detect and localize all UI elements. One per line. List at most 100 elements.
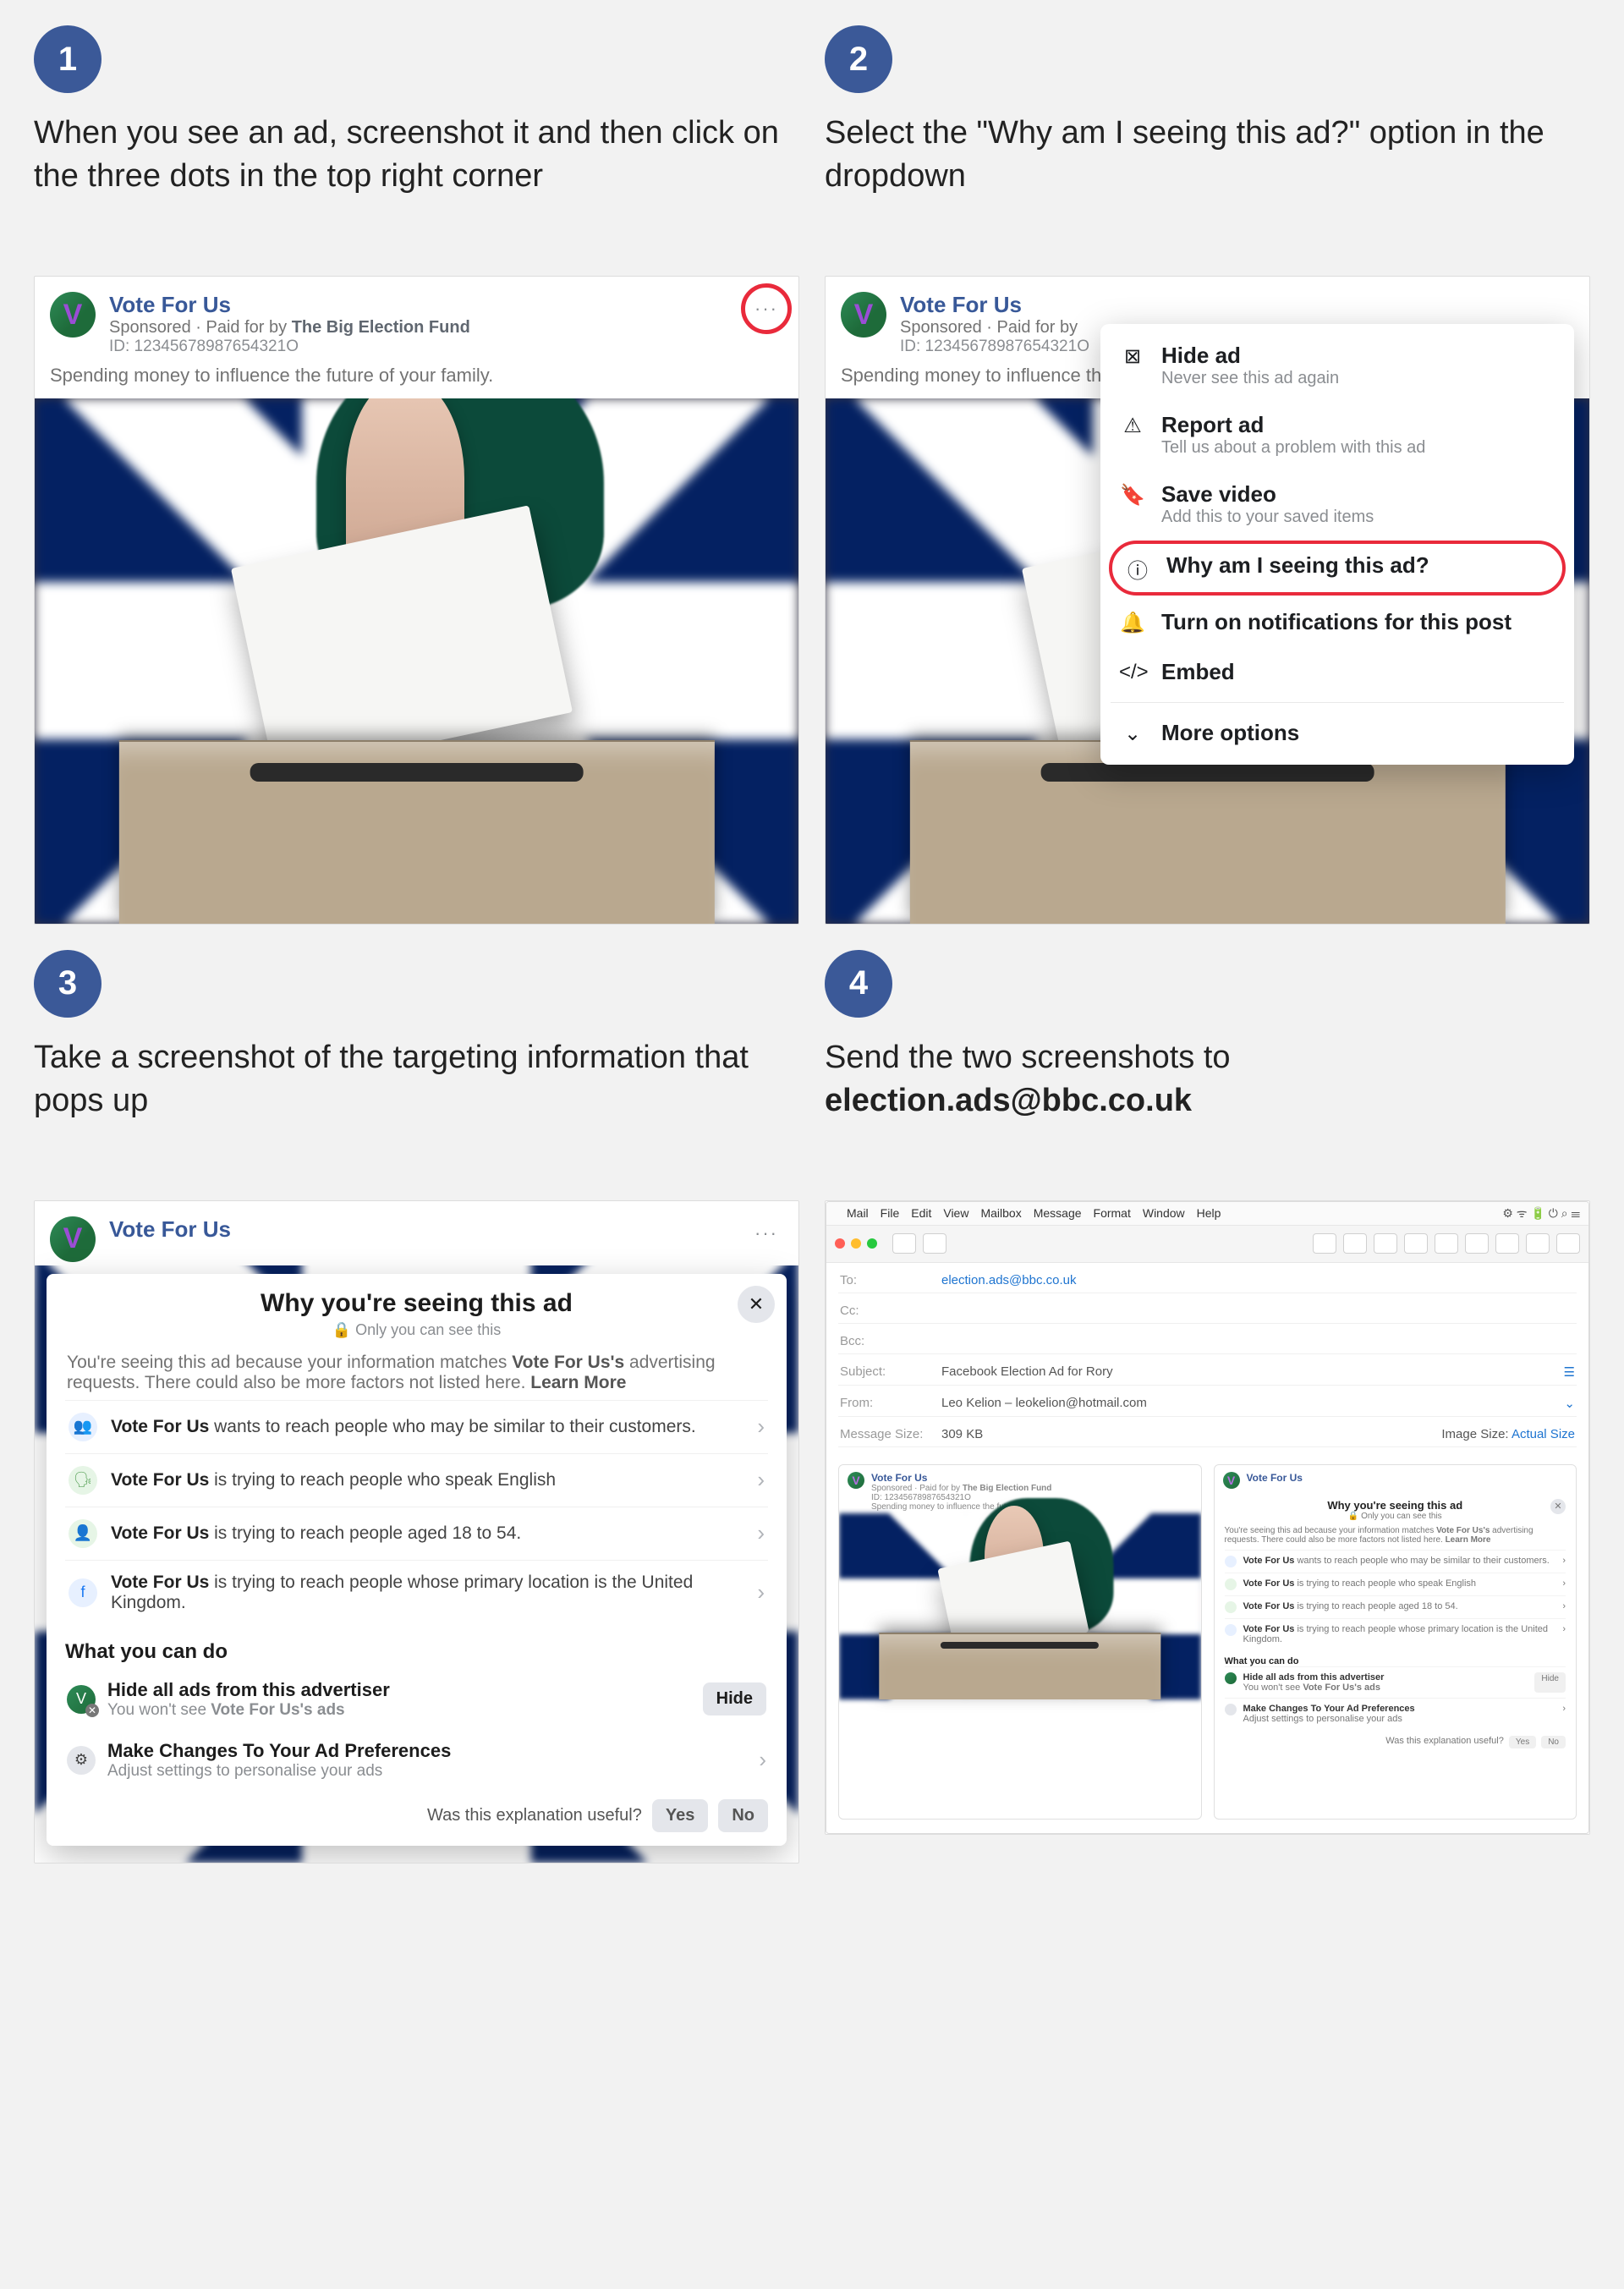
advertiser-name: Vote For Us [109,292,736,318]
dropdown-embed[interactable]: </> Embed [1100,647,1574,697]
attachment-ad-screenshot[interactable]: V Vote For Us Sponsored · Paid for by Th… [838,1464,1202,1820]
mail-attachments: V Vote For Us Sponsored · Paid for by Th… [826,1456,1588,1833]
toolbar-button[interactable] [1374,1233,1397,1254]
targeting-row-similar-audience[interactable]: 👥 Vote For Us wants to reach people who … [65,1400,768,1453]
ad-post-meta: Vote For Us Sponsored · Paid for by The … [109,292,736,356]
mail-subject-value: Facebook Election Ad for Rory [941,1364,1113,1380]
dropdown-save-video[interactable]: 🔖 Save video Add this to your saved item… [1100,469,1574,539]
toolbar-button[interactable] [1556,1233,1580,1254]
advertiser-avatar-small: V ✕ [67,1685,96,1714]
ad-post-header: V Vote For Us ··· [35,1201,798,1265]
step-3-screenshot: V Vote For Us ··· ✕ Why you're seeing th… [34,1200,799,1864]
post-options-button[interactable]: ··· [749,292,783,326]
dropdown-hide-ad[interactable]: ⊠ Hide ad Never see this ad again [1100,331,1574,400]
mail-bcc-field[interactable]: Bcc: [838,1329,1577,1354]
block-badge-icon: ✕ [85,1704,99,1717]
mini-hero [839,1513,1201,1699]
step-2-text: Select the "Why am I seeing this ad?" op… [825,112,1590,255]
step-4: 4 Send the two screenshots to election.a… [825,950,1590,1864]
mini-why-modal: Why you're seeing this ad ✕ 🔒 Only you c… [1215,1490,1577,1757]
close-window-icon[interactable] [835,1238,845,1249]
ad-post-header: V Vote For Us Sponsored · Paid for by Th… [35,277,798,360]
mail-header-fields: To: election.ads@bbc.co.uk Cc: Bcc: Subj… [826,1263,1588,1456]
embed-icon: </> [1119,661,1146,684]
targeting-row-language[interactable]: 🗣 Vote For Us is trying to reach people … [65,1453,768,1507]
menu-window[interactable]: Window [1143,1206,1185,1220]
image-size-select[interactable]: Actual Size [1512,1427,1575,1441]
menu-mail[interactable]: Mail [847,1206,869,1220]
mail-sig-icon[interactable]: ☰ [1564,1364,1575,1380]
instructions-graphic: 1 When you see an ad, screenshot it and … [0,0,1624,2289]
post-options-button[interactable]: ··· [749,1216,783,1250]
toolbar-button[interactable] [892,1233,916,1254]
menu-view[interactable]: View [943,1206,968,1220]
useful-yes-button[interactable]: Yes [652,1799,708,1832]
chevron-right-icon: › [757,1467,765,1493]
hide-icon: ⊠ [1119,344,1146,369]
mail-to-value: election.ads@bbc.co.uk [941,1273,1077,1287]
person-icon: 👤 [69,1519,97,1548]
facebook-icon: f [69,1578,97,1607]
menu-file[interactable]: File [881,1206,900,1220]
toolbar-button[interactable] [923,1233,946,1254]
modal-privacy-note: Only you can see this [65,1321,768,1339]
targeting-row-location[interactable]: f Vote For Us is trying to reach people … [65,1560,768,1625]
menu-mailbox[interactable]: Mailbox [980,1206,1021,1220]
step-4-screenshot: Mail File Edit View Mailbox Message Form… [825,1200,1590,1835]
menu-help[interactable]: Help [1197,1206,1221,1220]
menu-edit[interactable]: Edit [911,1206,931,1220]
advertiser-name: Vote For Us [109,1216,736,1243]
sponsored-prefix: Sponsored · Paid for by [109,318,292,337]
dropdown-more-options[interactable]: ⌄ More options [1100,708,1574,758]
mail-from-value: Leo Kelion – leokelion@hotmail.com [941,1396,1147,1411]
window-traffic-lights[interactable] [835,1238,877,1249]
toolbar-button[interactable] [1465,1233,1489,1254]
ad-body-text: Spending money to influence the future o… [35,360,798,398]
why-seeing-this-ad-modal: ✕ Why you're seeing this ad Only you can… [47,1274,787,1846]
mail-subject-field[interactable]: Subject: Facebook Election Ad for Rory ☰ [838,1359,1577,1386]
ballot-box [118,740,714,924]
toolbar-button[interactable] [1404,1233,1428,1254]
useful-no-button[interactable]: No [718,1799,768,1832]
mini-close: ✕ [1550,1499,1566,1514]
action-hide-title: Hide all ads from this advertiser [107,1679,691,1701]
mail-client: Mail File Edit View Mailbox Message Form… [826,1201,1589,1834]
mini-avatar: V [848,1472,864,1489]
mail-to-field[interactable]: To: election.ads@bbc.co.uk [838,1268,1577,1293]
dropdown-turn-on-notifications[interactable]: 🔔 Turn on notifications for this post [1100,597,1574,647]
menu-items: Mail File Edit View Mailbox Message Form… [835,1206,1221,1220]
maximize-window-icon[interactable] [867,1238,877,1249]
dropdown-hide-ad-subtitle: Never see this ad again [1161,369,1339,388]
dropdown-report-ad[interactable]: ⚠ Report ad Tell us about a problem with… [1100,400,1574,469]
paid-for-by: The Big Election Fund [292,318,470,337]
learn-more-link[interactable]: Learn More [530,1373,626,1392]
toolbar-button[interactable] [1495,1233,1519,1254]
toolbar-button[interactable] [1526,1233,1550,1254]
menu-format[interactable]: Format [1094,1206,1131,1220]
action-ad-preferences[interactable]: ⚙ Make Changes To Your Ad Preferences Ad… [65,1730,768,1791]
minimize-window-icon[interactable] [851,1238,861,1249]
menu-message[interactable]: Message [1034,1206,1082,1220]
chevron-right-icon: › [757,1413,765,1440]
dropdown-why-seeing-ad[interactable]: ⓘ Why am I seeing this ad? [1109,541,1566,596]
toolbar-button[interactable] [1435,1233,1458,1254]
mail-cc-field[interactable]: Cc: [838,1298,1577,1324]
step-4-text: Send the two screenshots to election.ads… [825,1036,1590,1180]
action-hide-subtitle: You won't see Vote For Us's ads [107,1701,691,1720]
toolbar-button[interactable] [1313,1233,1336,1254]
modal-close-button[interactable]: ✕ [738,1286,775,1323]
hide-button[interactable]: Hide [703,1682,766,1715]
language-icon: 🗣 [69,1466,97,1495]
macos-menubar: Mail File Edit View Mailbox Message Form… [826,1202,1588,1226]
chevron-right-icon: › [757,1520,765,1546]
attachment-targeting-screenshot[interactable]: V Vote For Us Why you're seeing this ad … [1214,1464,1577,1820]
step-3-text: Take a screenshot of the targeting infor… [34,1036,799,1180]
step-2-number: 2 [825,25,892,93]
targeting-row-age[interactable]: 👤 Vote For Us is trying to reach people … [65,1507,768,1560]
mail-from-dropdown-icon[interactable]: ⌄ [1564,1396,1575,1411]
ballot-slot [250,763,583,782]
chevron-down-icon: ⌄ [1119,722,1146,746]
advertiser-name: Vote For Us [900,292,1574,318]
mail-from-field[interactable]: From: Leo Kelion – leokelion@hotmail.com… [838,1391,1577,1417]
toolbar-button[interactable] [1343,1233,1367,1254]
